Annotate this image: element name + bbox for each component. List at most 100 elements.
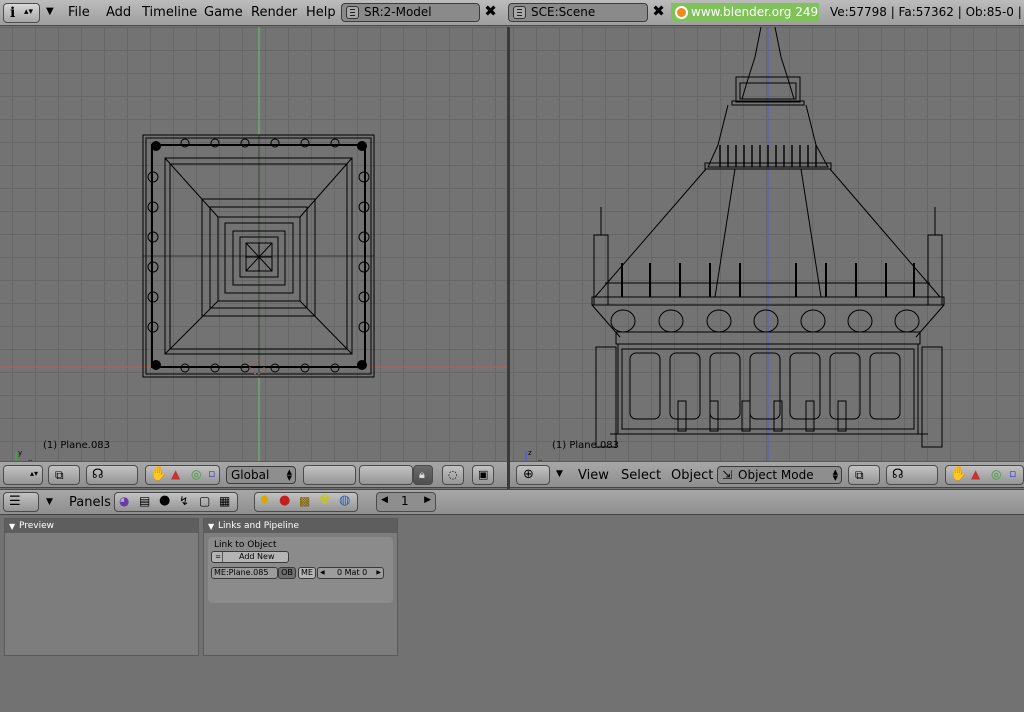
links-pipeline-panel: ▼ Links and Pipeline Link to Object = Ad… <box>203 518 398 656</box>
collapse-menu-icon[interactable]: ▼ <box>46 6 54 17</box>
collapse-triangle-icon[interactable]: ▼ <box>9 520 15 534</box>
menu-timeline[interactable]: Timeline <box>142 5 197 20</box>
menu-game[interactable]: Game <box>204 5 243 20</box>
menu-view[interactable]: View <box>578 468 609 483</box>
mode-dropdown[interactable]: ⇲ Object Mode ▲ ▼ <box>717 466 842 484</box>
material-index-field[interactable]: ◀ 0 Mat 0 ▶ <box>317 567 384 579</box>
image-icon: ▣ <box>478 468 489 481</box>
layers-block-1[interactable] <box>303 465 356 485</box>
collapse-triangle-icon[interactable]: ▼ <box>208 520 214 534</box>
texture-icon[interactable]: ▩ <box>299 494 310 508</box>
magnet-icon: ☊ <box>92 467 104 482</box>
viewport-front-view[interactable]: z x (1) Plane.083 <box>510 27 1024 461</box>
axis-gizmo-right: z x <box>525 449 542 461</box>
screen-name: SR:2-Model <box>364 5 432 19</box>
window-type-button[interactable]: i ▴▾ <box>3 3 40 23</box>
menu-help[interactable]: Help <box>306 5 336 20</box>
website-banner[interactable]: www.blender.org 249.2 <box>671 3 819 22</box>
shading-icon[interactable]: ● <box>159 493 170 508</box>
website-label: www.blender.org 249.2 <box>691 5 819 19</box>
cube-icon: ⧉ <box>55 468 64 482</box>
menu-add[interactable]: Add <box>106 5 131 20</box>
logic-icon[interactable]: ◕ <box>119 494 129 508</box>
add-new-button[interactable]: = Add New <box>211 551 289 563</box>
world-icon[interactable]: ◍ <box>339 493 350 508</box>
viewport-shading-button[interactable]: ⧉ <box>848 465 880 485</box>
browse-icon[interactable]: = <box>214 552 223 562</box>
chevron-down-icon: ▴▾ <box>29 469 38 478</box>
window-type-button[interactable]: ☰ <box>3 492 39 512</box>
pivot-button[interactable]: ☊ <box>86 465 138 485</box>
chevron-left-icon[interactable]: ◀ <box>320 568 325 578</box>
translate-icon[interactable]: ▫ <box>1009 467 1016 480</box>
link-to-object-box: Link to Object = Add New ME:Plane.085 OB… <box>208 537 393 603</box>
radiosity-icon[interactable]: ☢ <box>319 493 331 508</box>
scene-browse-icon[interactable] <box>513 6 526 19</box>
context-buttons[interactable]: ◕ ▤ ● ↯ ▢ ▦ <box>114 492 238 512</box>
scene-close-icon[interactable]: ✖ <box>649 3 668 22</box>
manipulator-group[interactable]: ✋ ▲ ◎ ▫ <box>145 465 220 485</box>
collapse-menu-icon[interactable]: ▼ <box>46 497 53 507</box>
panel-header[interactable]: ▼ Links and Pipeline <box>204 519 397 533</box>
scene-selector[interactable]: SCE:Scene <box>508 3 648 22</box>
chevron-left-icon[interactable]: ◀ <box>381 495 388 505</box>
link-to-object-label: Link to Object <box>214 540 277 550</box>
panel-title: Links and Pipeline <box>218 521 299 531</box>
window-type-button[interactable]: ▴▾ <box>3 465 43 485</box>
translate-icon[interactable]: ▫ <box>208 467 215 480</box>
menu-render[interactable]: Render <box>251 5 297 20</box>
script-icon[interactable]: ▤ <box>139 494 150 508</box>
scene-name: SCE:Scene <box>531 5 596 19</box>
chevron-right-icon[interactable]: ▶ <box>376 568 381 578</box>
menu-select[interactable]: Select <box>621 468 661 483</box>
manipulator-group[interactable]: ✋ ▲ ◎ ▫ <box>945 465 1024 485</box>
svg-text:z: z <box>528 449 532 457</box>
material-icon[interactable]: ● <box>279 493 290 508</box>
chevron-down-icon: ▴▾ <box>24 7 34 17</box>
chevron-down-icon: ▲ ▼ <box>286 468 292 482</box>
rotate-icon[interactable]: ▲ <box>971 467 980 481</box>
opengl-render-button[interactable]: ◌ <box>442 465 464 485</box>
menu-object[interactable]: Object <box>671 468 713 483</box>
viewport-top-view[interactable]: y x (1) Plane.083 <box>0 27 507 461</box>
lamp-icon[interactable]: ✹ <box>259 493 270 508</box>
panel-title: Preview <box>19 521 55 531</box>
scale-icon[interactable]: ◎ <box>191 467 201 481</box>
info-icon: i <box>10 5 16 21</box>
lock-button[interactable]: 🔒︎ <box>413 465 433 485</box>
scene-icon[interactable]: ▦ <box>219 494 230 508</box>
object-icon[interactable]: ↯ <box>179 494 189 508</box>
collapse-menu-icon[interactable]: ▼ <box>556 469 563 479</box>
editing-icon[interactable]: ▢ <box>199 494 210 508</box>
me-toggle-button[interactable]: ME <box>298 567 316 579</box>
render-view-button[interactable]: ▣ <box>472 465 494 485</box>
viewport-shading-button[interactable]: ⧉ <box>48 465 80 485</box>
pivot-button[interactable]: ☊ <box>886 465 938 485</box>
window-type-button[interactable]: ⊕ <box>516 465 550 485</box>
magnet-icon: ☊ <box>892 467 904 482</box>
layers-block-2[interactable] <box>359 465 413 485</box>
menu-panels[interactable]: Panels <box>69 495 111 510</box>
viewport-header-right: ⊕ ▼ View Select Object ⇲ Object Mode ▲ ▼ … <box>510 461 1024 488</box>
rotate-icon[interactable]: ▲ <box>171 467 180 481</box>
screen-close-icon[interactable]: ✖ <box>481 3 500 22</box>
grab-hand-icon[interactable]: ✋ <box>950 466 967 482</box>
scale-icon[interactable]: ◎ <box>991 467 1001 481</box>
grab-hand-icon[interactable]: ✋ <box>150 466 167 482</box>
sub-context-buttons[interactable]: ✹ ● ▩ ☢ ◍ <box>254 492 358 512</box>
me-toggle-label: ME <box>301 568 313 577</box>
chevron-right-icon[interactable]: ▶ <box>424 495 431 505</box>
buttons-header: ☰ ▼ Panels ◕ ▤ ● ↯ ▢ ▦ ✹ ● ▩ ☢ ◍ ◀ 1 ▶ <box>0 489 1024 515</box>
orientation-dropdown[interactable]: Global ▲ ▼ <box>226 466 296 484</box>
frame-value: 1 <box>401 494 409 508</box>
viewport-object-label: (1) Plane.083 <box>43 440 111 451</box>
screen-selector[interactable]: SR:2-Model <box>341 3 480 22</box>
ob-toggle-button[interactable]: OB <box>278 567 296 579</box>
mesh-name-field[interactable]: ME:Plane.085 <box>211 567 278 579</box>
menu-file[interactable]: File <box>68 5 90 20</box>
screen-browse-icon[interactable] <box>346 6 359 19</box>
scene-stats: Ve:57798 | Fa:57362 | Ob:85-0 | <box>830 5 1022 19</box>
panel-header[interactable]: ▼ Preview <box>5 519 198 533</box>
render-icon: ◌ <box>448 468 458 481</box>
frame-counter[interactable]: ◀ 1 ▶ <box>376 492 436 512</box>
